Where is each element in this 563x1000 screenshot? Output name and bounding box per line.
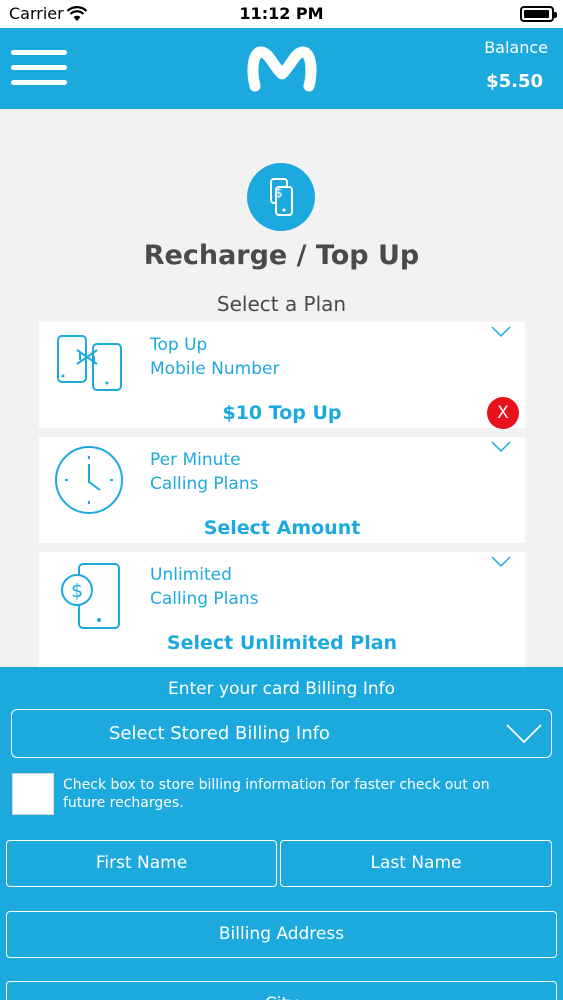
app-header: Balance $5.50 [0,28,563,109]
plan-title: Top Up [150,335,208,355]
page-title: Recharge / Top Up [143,240,420,271]
movistar-logo-icon [247,46,317,92]
phone-transfer-icon [57,335,122,391]
plan-title: Per Minute [150,450,241,470]
plan-card-top-up[interactable]: Top Up Mobile Number $10 Top Up [39,322,525,428]
plan-subtitle: Mobile Number [150,359,280,379]
chevron-down-icon [491,326,511,338]
battery-icon [520,6,557,22]
plan-title: Unlimited [150,565,232,585]
plan-card-per-minute[interactable]: Per Minute Calling Plans Select Amount [39,437,525,543]
chevron-down-icon [491,441,511,453]
plan-card-unlimited[interactable]: $ Unlimited Calling Plans Select Unlimit… [39,552,525,667]
stored-billing-select[interactable]: Select Stored Billing Info [11,709,552,758]
plan-subtitle: Calling Plans [150,589,259,609]
select-plan-label: Select a Plan [216,292,347,316]
billing-address-field[interactable]: Billing Address [6,911,557,958]
stored-billing-label: Select Stored Billing Info [109,723,330,744]
store-billing-text: Check box to store billing information f… [63,777,490,811]
plan-action-select-amount[interactable]: Select Amount [39,517,525,539]
first-name-field[interactable]: First Name [6,840,277,887]
remove-selection-button[interactable]: X [487,397,519,429]
last-name-field[interactable]: Last Name [280,840,552,887]
svg-text:$: $ [71,580,83,602]
battery-level [524,10,549,18]
chevron-down-icon [491,556,511,568]
hamburger-menu-icon[interactable] [11,50,67,86]
clock-icon [55,446,123,514]
balance-value: $5.50 [486,71,543,92]
city-field[interactable]: City [6,981,557,1000]
plan-action-top-up[interactable]: $10 Top Up [39,402,525,424]
billing-title: Enter your card Billing Info [167,679,395,699]
billing-panel: Enter your card Billing Info Select Stor… [0,667,563,1000]
chevron-down-icon [506,724,542,744]
plan-subtitle: Calling Plans [150,474,259,494]
plan-action-select-unlimited[interactable]: Select Unlimited Plan [39,632,525,654]
phone-dollar-icon: $ [61,563,120,629]
status-time: 11:12 PM [239,4,324,23]
phone-dollar-icon: $ [247,163,315,231]
svg-text:$: $ [275,186,283,200]
store-billing-checkbox[interactable] [12,773,54,815]
status-bar: Carrier 11:12 PM [0,0,563,28]
balance-label: Balance [484,38,548,57]
